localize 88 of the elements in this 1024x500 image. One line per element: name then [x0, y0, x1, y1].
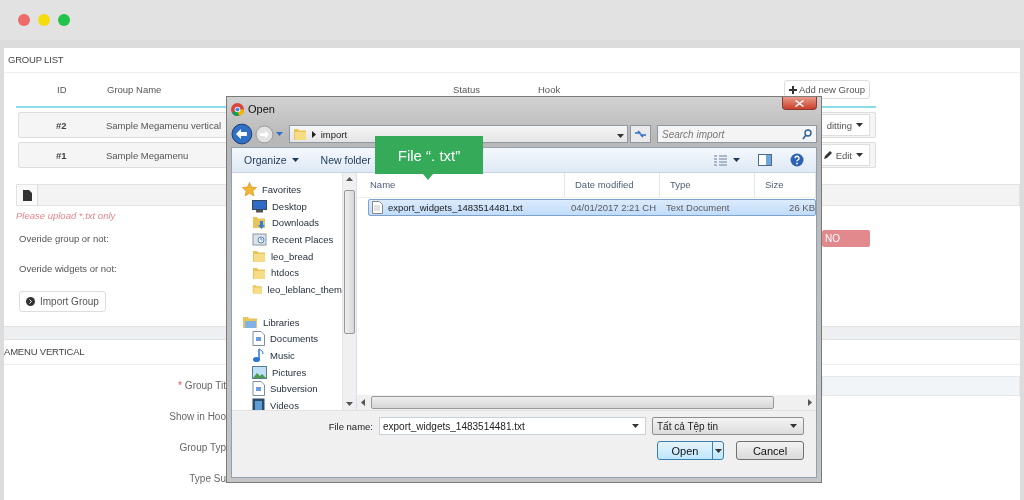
import-group-button[interactable]: Import Group — [19, 291, 106, 312]
cancel-button[interactable]: Cancel — [736, 441, 804, 460]
history-caret-icon — [275, 132, 283, 136]
caret-icon — [856, 123, 863, 127]
scrollbar-thumb[interactable] — [371, 396, 774, 409]
text-field[interactable] — [822, 375, 1020, 396]
plus-icon — [789, 85, 797, 94]
folder-icon — [292, 127, 307, 141]
section-title: GROUP LIST — [4, 48, 1020, 73]
star-icon — [242, 181, 257, 197]
nav-item[interactable]: Desktop — [242, 197, 342, 215]
scroll-left-icon[interactable] — [360, 399, 367, 406]
table-cell: Sample Megamenu — [106, 149, 189, 161]
back-button[interactable] — [231, 123, 253, 145]
scroll-right-icon[interactable] — [806, 399, 813, 406]
column-header: Hook — [538, 84, 561, 95]
search-field[interactable]: Search import — [657, 125, 817, 143]
column-header[interactable]: Size — [755, 173, 816, 197]
library-icon — [242, 315, 258, 330]
field-label: Show in Hoo — [168, 411, 226, 422]
option-label: Overide group or not: — [19, 232, 109, 244]
document-icon — [252, 381, 265, 397]
add-group-button[interactable]: Add new Group — [784, 80, 870, 99]
document-icon — [252, 331, 265, 347]
nav-item[interactable]: Subversion — [242, 380, 342, 398]
caret-icon — [291, 158, 299, 162]
column-header[interactable]: Date modified — [565, 173, 660, 197]
file-icon — [22, 189, 32, 201]
nav-item[interactable]: Downloads — [242, 214, 342, 232]
field-label: Type Su — [188, 473, 226, 484]
table-cell: #1 — [56, 149, 67, 161]
dropdown-caret-icon — [632, 424, 639, 428]
refresh-icon — [634, 129, 648, 139]
nav-item[interactable]: leo_bread — [242, 247, 342, 265]
folder-icon — [252, 282, 263, 297]
toolbar-button[interactable]: New folder — [320, 154, 371, 166]
view-list-icon[interactable] — [714, 154, 727, 166]
search-icon — [802, 128, 812, 140]
traffic-light-button[interactable] — [18, 14, 30, 26]
scrollbar-thumb[interactable] — [344, 190, 355, 334]
text-file-icon — [372, 201, 383, 214]
column-header: Status — [453, 84, 480, 95]
nav-item[interactable]: Music — [242, 347, 342, 364]
column-header: Group Name — [107, 84, 162, 95]
nav-item[interactable]: htdocs — [242, 264, 342, 282]
column-header: ID — [57, 84, 67, 95]
folder-icon — [252, 265, 266, 280]
scroll-down-icon[interactable] — [346, 400, 353, 407]
dropdown-caret-icon — [790, 424, 797, 428]
traffic-light-button[interactable] — [58, 14, 70, 26]
monitor-icon — [252, 199, 267, 213]
view-caret-icon — [733, 158, 740, 162]
download-folder-icon — [252, 215, 267, 231]
arrow-circle-icon — [26, 297, 35, 306]
recent-places-icon — [252, 231, 267, 247]
upload-hint: Please upload *.txt only — [16, 210, 116, 223]
file-name-label: File name: — [328, 420, 373, 432]
toolbar-button[interactable]: Organize — [244, 154, 299, 166]
dropdown-caret-icon — [617, 133, 625, 138]
nav-item[interactable]: Recent Places — [242, 231, 342, 248]
option-label: Overide widgets or not: — [19, 262, 117, 274]
film-icon — [252, 398, 265, 410]
open-button[interactable]: Open — [657, 441, 724, 460]
music-note-icon — [252, 348, 265, 364]
close-icon — [795, 99, 804, 107]
help-icon[interactable] — [790, 153, 804, 167]
chevron-icon — [311, 130, 316, 138]
folder-icon — [252, 249, 266, 264]
field-label: * Group Tit — [176, 380, 226, 391]
file-name-field[interactable]: export_widgets_1483514481.txt — [379, 417, 646, 435]
field-label: Group Typ — [178, 442, 226, 453]
image-icon — [252, 365, 267, 379]
nav-item[interactable]: leo_leblanc_them — [242, 281, 342, 298]
table-cell: #2 — [56, 119, 67, 131]
file-row[interactable]: export_widgets_1483514481.txt 04/01/2017 2:21 CH Text Document 26 KB — [368, 199, 816, 216]
split-caret-icon — [714, 448, 722, 453]
caret-icon — [856, 153, 863, 157]
dialog-title: Open — [248, 103, 275, 115]
browser-logo-icon — [231, 102, 244, 116]
file-type-dropdown[interactable]: Tất cả Tệp tin — [652, 417, 804, 435]
column-header[interactable]: Type — [660, 173, 755, 197]
nav-item[interactable]: Pictures — [242, 363, 342, 381]
table-cell: Sample Megamenu vertical — [106, 119, 222, 131]
close-button[interactable] — [782, 97, 817, 110]
preview-pane-icon[interactable] — [758, 154, 772, 166]
refresh-button[interactable] — [630, 125, 651, 143]
nav-group[interactable]: Favorites — [242, 181, 342, 198]
nav-group[interactable]: Libraries — [242, 313, 342, 331]
